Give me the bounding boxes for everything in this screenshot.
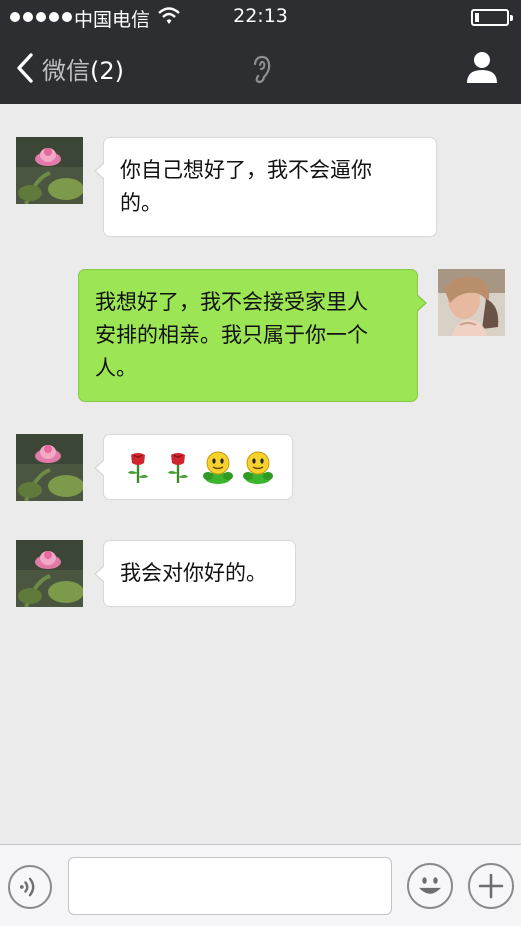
emoji-row [120,447,276,487]
message-bubble[interactable] [94,434,293,500]
input-bar [0,844,521,926]
back-button[interactable]: 微信(2) [14,48,124,88]
message-bubble[interactable]: 你自己想好了，我不会逼你 的。 [94,137,437,237]
unread-count: (2) [90,56,124,85]
chevron-left-icon [17,53,33,83]
battery-icon [471,9,513,26]
status-bar: 中国电信 22:13 [0,0,521,34]
contact-avatar[interactable] [16,540,83,607]
plus-icon [478,873,504,899]
message-bubble[interactable]: 我会对你好的。 [94,540,296,607]
smiley-figure-icon [243,451,273,484]
voice-icon [20,877,35,897]
message-text: 人。 [95,356,137,380]
smiley-figure-icon [203,451,233,484]
nav-bar: 微信(2) [0,34,521,104]
profile-button[interactable] [465,50,499,84]
message-bubble[interactable]: 我想好了，我不会接受家里人 安排的相亲。我只属于你一个 人。 [78,269,427,402]
person-icon [467,52,497,83]
back-label: 微信(2) [42,56,124,85]
message-text: 我会对你好的。 [120,561,267,585]
voice-button[interactable] [8,865,52,909]
message-text: 你自己想好了，我不会逼你 [120,158,372,182]
message-text: 的。 [120,191,162,215]
rose-icon [168,453,188,483]
my-avatar[interactable] [438,269,505,336]
chat-area[interactable]: 你自己想好了，我不会逼你 的。 我想好了，我不会接受家里人 安排的相亲。我只属于… [0,104,521,844]
message-text: 我想好了，我不会接受家里人 [95,290,368,314]
message-text: 安排的相亲。我只属于你一个 [95,323,368,347]
contact-avatar[interactable] [16,434,83,501]
more-button[interactable] [468,863,514,909]
rose-icon [128,453,148,483]
message-input[interactable] [68,857,392,915]
emoji-button[interactable] [407,863,453,909]
top-bar: 中国电信 22:13 微信(2) [0,0,521,104]
smiley-icon [419,877,441,894]
status-time: 22:13 [233,5,288,27]
ear-icon [250,54,276,84]
contact-avatar[interactable] [16,137,83,204]
